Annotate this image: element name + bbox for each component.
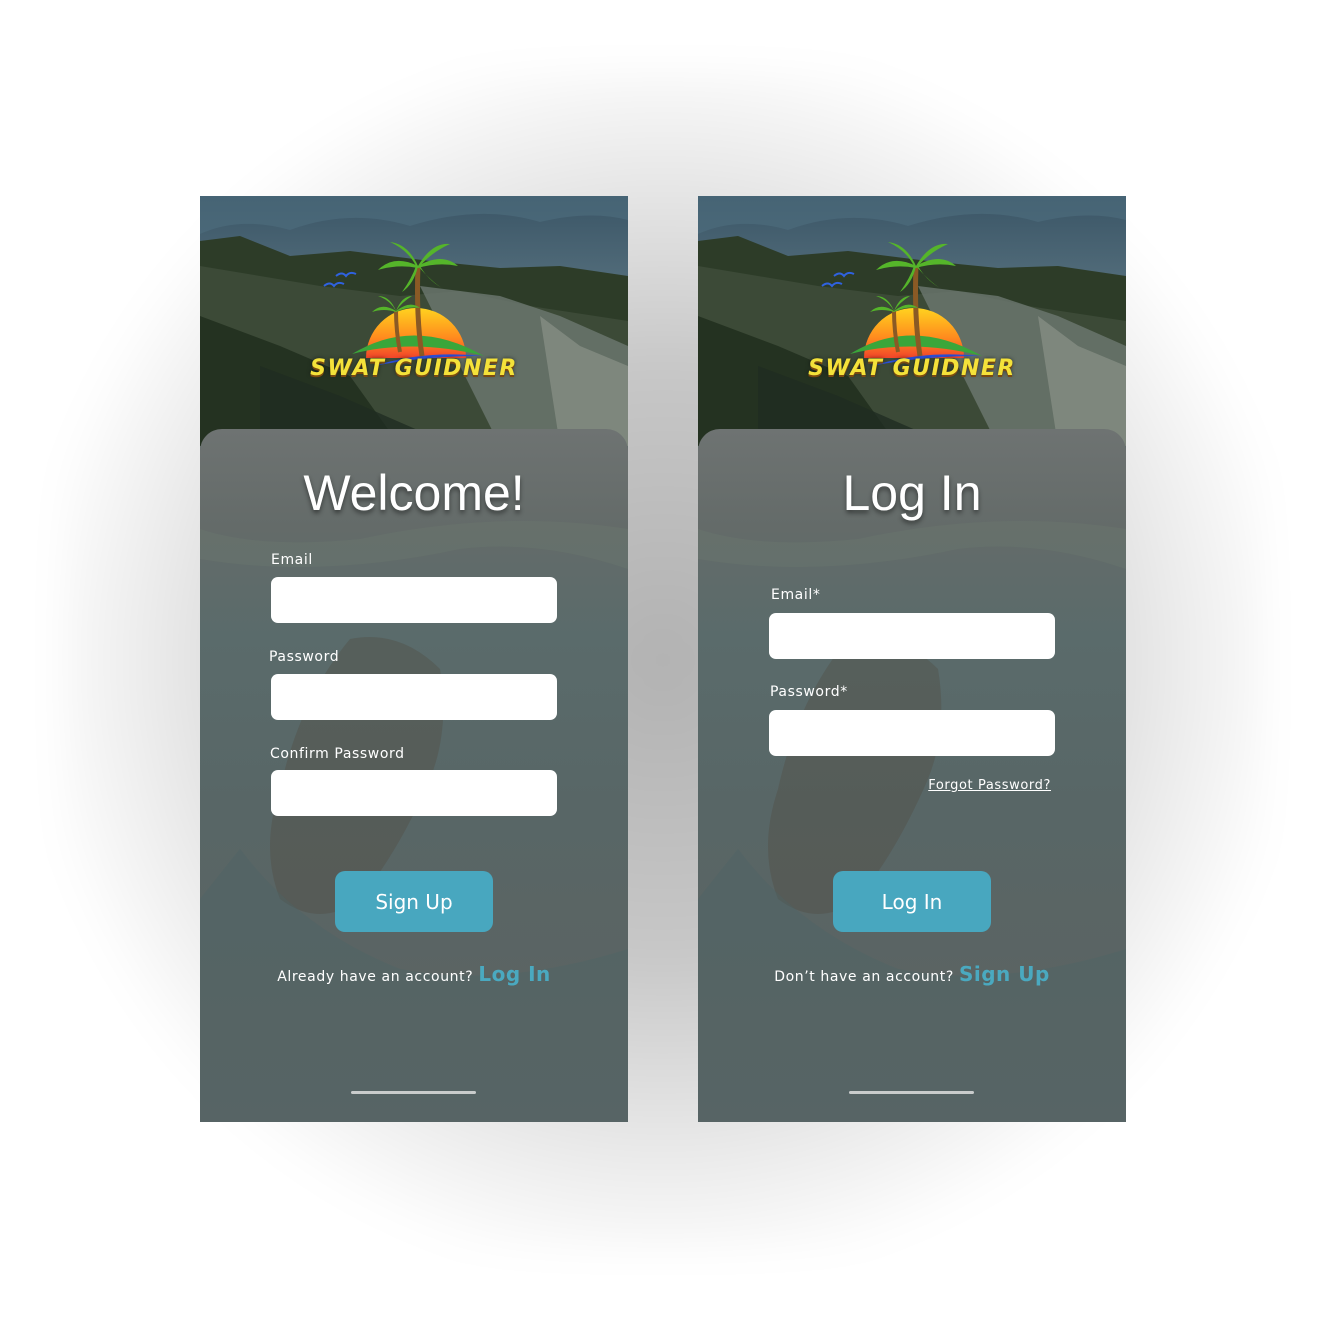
login-form-panel: Log In Email* Password* Forgot Password?… (698, 429, 1126, 1122)
signup-screen: SWAT GUIDNER Welcome! Email Password Con… (200, 196, 628, 1122)
birds-icon (323, 271, 357, 288)
password-field[interactable] (271, 674, 557, 720)
login-prompt: Already have an account? Log In (200, 962, 628, 986)
login-prompt-text: Already have an account? (277, 969, 474, 985)
login-screen: SWAT GUIDNER Log In Email* Password* For… (698, 196, 1126, 1122)
log-in-button[interactable]: Log In (833, 871, 991, 932)
email-label: Email* (771, 587, 821, 603)
brand-name: SWAT GUIDNER (808, 356, 1016, 381)
home-indicator (849, 1091, 974, 1094)
password-label: Password (269, 649, 340, 665)
brand-name: SWAT GUIDNER (310, 356, 518, 381)
birds-icon (821, 271, 855, 288)
password-field[interactable] (769, 710, 1055, 756)
signup-prompt-text: Don’t have an account? (774, 969, 954, 985)
sign-up-link[interactable]: Sign Up (959, 962, 1050, 986)
home-indicator (351, 1091, 476, 1094)
email-label: Email (271, 552, 313, 568)
sign-up-button[interactable]: Sign Up (335, 871, 493, 932)
signup-form-panel: Welcome! Email Password Confirm Password… (200, 429, 628, 1122)
confirm-password-label: Confirm Password (270, 746, 405, 762)
page-title: Welcome! (303, 465, 525, 521)
signup-prompt: Don’t have an account? Sign Up (698, 962, 1126, 986)
page-title: Log In (842, 465, 982, 521)
password-label: Password* (770, 684, 848, 700)
login-link[interactable]: Log In (478, 962, 550, 986)
forgot-password-link[interactable]: Forgot Password? (928, 778, 1051, 793)
panel-background-image (698, 521, 1126, 1122)
email-field[interactable] (271, 577, 557, 623)
confirm-password-field[interactable] (271, 770, 557, 816)
email-field[interactable] (769, 613, 1055, 659)
